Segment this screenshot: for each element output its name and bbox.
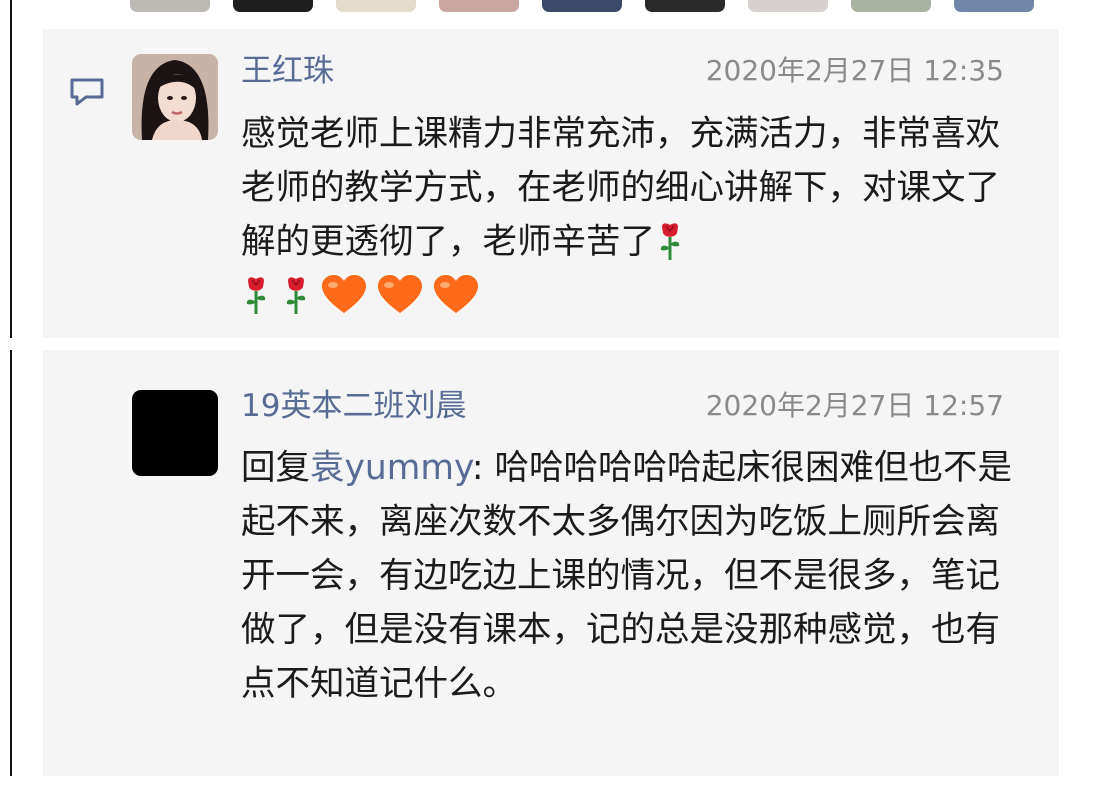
photo-thumbnail-strip <box>130 0 1040 13</box>
left-border-line <box>10 350 12 776</box>
photo-thumbnail[interactable] <box>439 0 519 12</box>
orange-heart-emoji <box>433 275 479 331</box>
avatar[interactable] <box>132 390 218 476</box>
comment-text-content: 感觉老师上课精力非常充沛，充满活力，非常喜欢老师的教学方式，在老师的细心讲解下，… <box>241 114 1000 262</box>
orange-heart-emoji <box>377 275 423 331</box>
comment-text: 回复袁yummy: 哈哈哈哈哈哈起床很困难但也不是起不来，离座次数不太多偶尔因为… <box>241 441 1021 711</box>
reply-prefix: 回复 <box>241 448 310 488</box>
photo-thumbnail[interactable] <box>954 0 1034 12</box>
photo-thumbnail[interactable] <box>851 0 931 12</box>
left-border-line <box>10 0 12 338</box>
avatar-photo <box>132 54 218 140</box>
photo-thumbnail[interactable] <box>130 0 210 12</box>
rose-emoji <box>281 275 311 331</box>
avatar[interactable] <box>132 54 218 140</box>
photo-thumbnail[interactable] <box>542 0 622 12</box>
photo-thumbnail[interactable] <box>233 0 313 12</box>
comment-timestamp: 2020年2月27日 12:35 <box>705 54 1004 87</box>
comment-card: 19英本二班刘晨 2020年2月27日 12:57 回复袁yummy: 哈哈哈哈… <box>43 350 1059 776</box>
reply-target-user[interactable]: 袁yummy <box>310 448 472 488</box>
comment-timestamp: 2020年2月27日 12:57 <box>705 389 1004 422</box>
orange-heart-emoji <box>321 275 367 331</box>
comment-text: 感觉老师上课精力非常充沛，充满活力，非常喜欢老师的教学方式，在老师的细心讲解下，… <box>241 107 1021 277</box>
comment-bubble-icon <box>70 78 104 106</box>
comment-emoji-line <box>241 269 1021 323</box>
photo-thumbnail[interactable] <box>336 0 416 12</box>
comment-author[interactable]: 王红珠 <box>241 51 334 91</box>
rose-emoji <box>241 275 271 331</box>
comment-card: 王红珠 2020年2月27日 12:35 感觉老师上课精力非常充沛，充满活力，非… <box>43 29 1059 338</box>
comment-author[interactable]: 19英本二班刘晨 <box>241 386 466 426</box>
photo-thumbnail[interactable] <box>748 0 828 12</box>
photo-thumbnail[interactable] <box>645 0 725 12</box>
